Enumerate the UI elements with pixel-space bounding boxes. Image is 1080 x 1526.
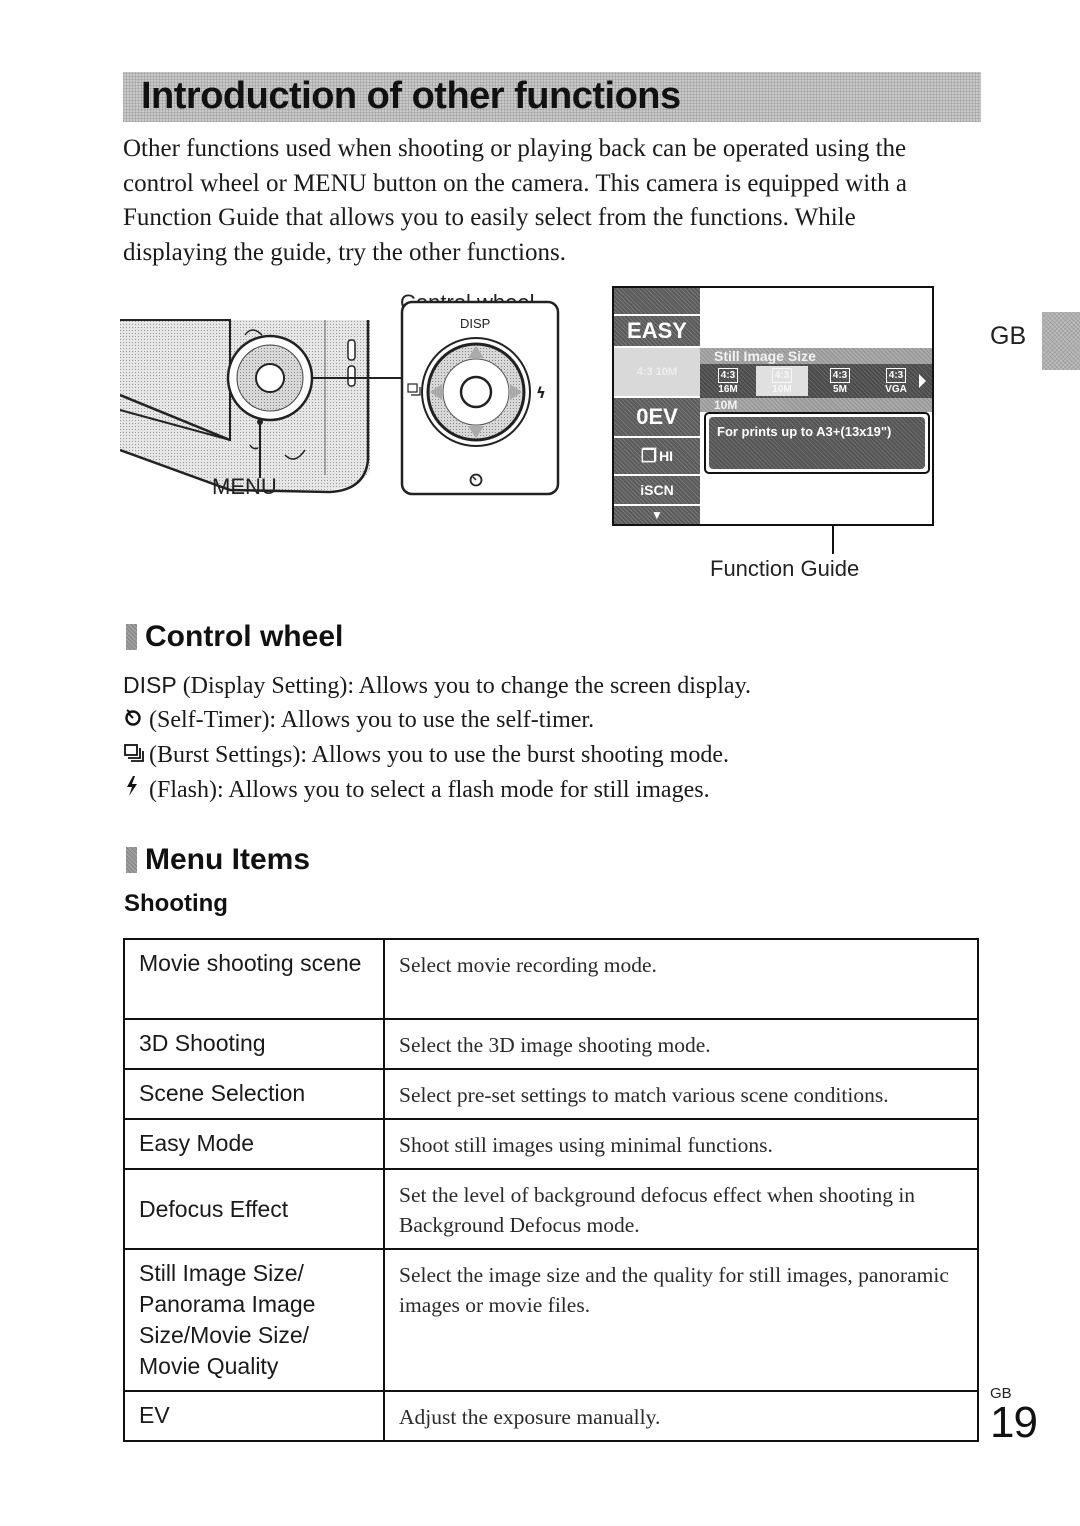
shooting-subheading: Shooting [124,890,228,917]
table-row: EV Adjust the exposure manually. [123,1390,979,1442]
menu-items-heading: Menu Items [126,843,310,877]
self-timer-icon [123,704,149,738]
menu-item-name: Still Image Size/ Panorama Image Size/Mo… [123,1248,385,1392]
item-text: (Display Setting): Allows you to change … [182,673,752,699]
disp-key: DISP [123,672,177,698]
heading-marker-icon [126,624,137,650]
size-option-selected: 4:3 10M [756,366,808,396]
menu-item-name: Defocus Effect [123,1168,385,1250]
easy-mode-icon: EASY [614,316,700,348]
size-ratio: 4:3 [885,368,907,383]
size-ratio: 4:3 [717,368,739,383]
table-row: 3D Shooting Select the 3D image shooting… [123,1018,979,1070]
size-options-row: 4:3 16M 4:3 10M 4:3 5M 4:3 VGA [700,364,932,398]
menu-item-name: Easy Mode [123,1118,385,1170]
scene-icon: iSCN [614,476,700,506]
burst-label: HI [659,448,674,464]
size-value: 16M [718,384,738,395]
table-row: Still Image Size/ Panorama Image Size/Mo… [123,1248,979,1392]
image-size-label: 4:3 10M [636,366,678,378]
menu-item-desc: Select pre-set settings to match various… [383,1068,979,1120]
item-text: (Burst Settings): Allows you to use the … [149,742,729,768]
list-item: DISP (Display Setting): Allows you to ch… [123,668,983,703]
chevron-right-icon [919,374,926,388]
size-ratio: 4:3 [829,368,851,383]
menu-item-desc: Select the 3D image shooting mode. [383,1018,979,1070]
menu-button-caption: MENU [212,474,277,499]
heading-text: Menu Items [145,843,311,876]
panel-title: Still Image Size [700,348,932,364]
menu-item-name: 3D Shooting [123,1018,385,1070]
burst-icon: ❐ HI [614,438,700,476]
menu-item-desc: Adjust the exposure manually. [383,1390,979,1442]
size-value: 5M [833,384,847,395]
menu-item-desc: Select movie recording mode. [383,938,979,1020]
control-wheel-heading: Control wheel [126,620,343,654]
list-item: (Burst Settings): Allows you to use the … [123,738,983,773]
camera-illustration: DISP ϟ [120,300,560,496]
intro-line: Function Guide that allows you to easily… [123,204,856,231]
menu-item-name: Movie shooting scene [123,938,385,1020]
menu-items-table: Movie shooting scene Select movie record… [123,938,979,1442]
list-item: (Self-Timer): Allows you to use the self… [123,703,983,738]
function-guide-screen: EASY 4:3 10M 0EV ❐ HI iSCN ▼ Still Image … [612,286,934,526]
scroll-down-label: ▼ [651,508,663,522]
intro-line: control wheel or MENU button on the came… [123,169,908,197]
thumb-index-tab [1042,312,1080,370]
size-value: 10M [772,384,792,395]
size-option: 4:3 5M [816,366,864,396]
table-row: Defocus Effect Set the level of backgrou… [123,1168,979,1250]
menu-item-desc: Set the level of background defocus effe… [383,1168,979,1250]
size-ratio: 4:3 [771,368,793,383]
function-guide-box: For prints up to A3+(13x19") [704,412,930,474]
page-number: 19 [990,1398,1038,1447]
scroll-down-icon: ▼ [614,506,700,524]
region-marker: GB [990,322,1027,350]
page-title: Introduction of other functions [141,75,681,117]
menu-top-blank [614,288,700,316]
list-item: (Flash): Allows you to select a flash mo… [123,773,983,808]
easy-label: EASY [627,318,687,343]
item-text: (Flash): Allows you to select a flash mo… [149,777,710,803]
table-row: Movie shooting scene Select movie record… [123,938,979,1020]
ev-label: 0EV [636,404,678,429]
flash-icon: ϟ [536,384,546,402]
ev-icon: 0EV [614,398,700,438]
table-row: Easy Mode Shoot still images using minim… [123,1118,979,1170]
intro-paragraph: Other functions used when shooting or pl… [123,132,983,270]
menu-item-desc: Shoot still images using minimal functio… [383,1118,979,1170]
scene-label: iSCN [640,482,674,498]
burst-icon [123,739,149,773]
menu-item-name: EV [123,1390,385,1442]
size-option: 4:3 VGA [872,366,920,396]
heading-text: Control wheel [145,620,344,653]
size-option: 4:3 16M [704,366,752,396]
item-text: (Self-Timer): Allows you to use the self… [149,707,595,733]
camera-control-wheel [226,334,314,422]
heading-marker-icon [126,847,137,873]
menu-item-name: Scene Selection [123,1068,385,1120]
current-size-label: 10M [700,398,932,412]
section-title-banner: Introduction of other functions [123,72,981,122]
intro-line: Other functions used when shooting or pl… [123,135,907,162]
intro-line: displaying the guide, try the other func… [123,238,566,266]
function-guide-text: For prints up to A3+(13x19") [709,417,925,469]
disp-label: DISP [460,316,490,331]
function-guide-pointer [832,524,834,554]
size-value: VGA [885,384,907,395]
flash-icon [123,774,149,808]
image-size-icon: 4:3 10M [614,348,700,398]
table-row: Scene Selection Select pre-set settings … [123,1068,979,1120]
control-wheel-list: DISP (Display Setting): Allows you to ch… [123,668,983,808]
screen-left-menu: EASY 4:3 10M 0EV ❐ HI iSCN ▼ [614,288,700,524]
function-guide-caption: Function Guide [710,556,860,581]
menu-item-desc: Select the image size and the quality fo… [383,1248,979,1392]
